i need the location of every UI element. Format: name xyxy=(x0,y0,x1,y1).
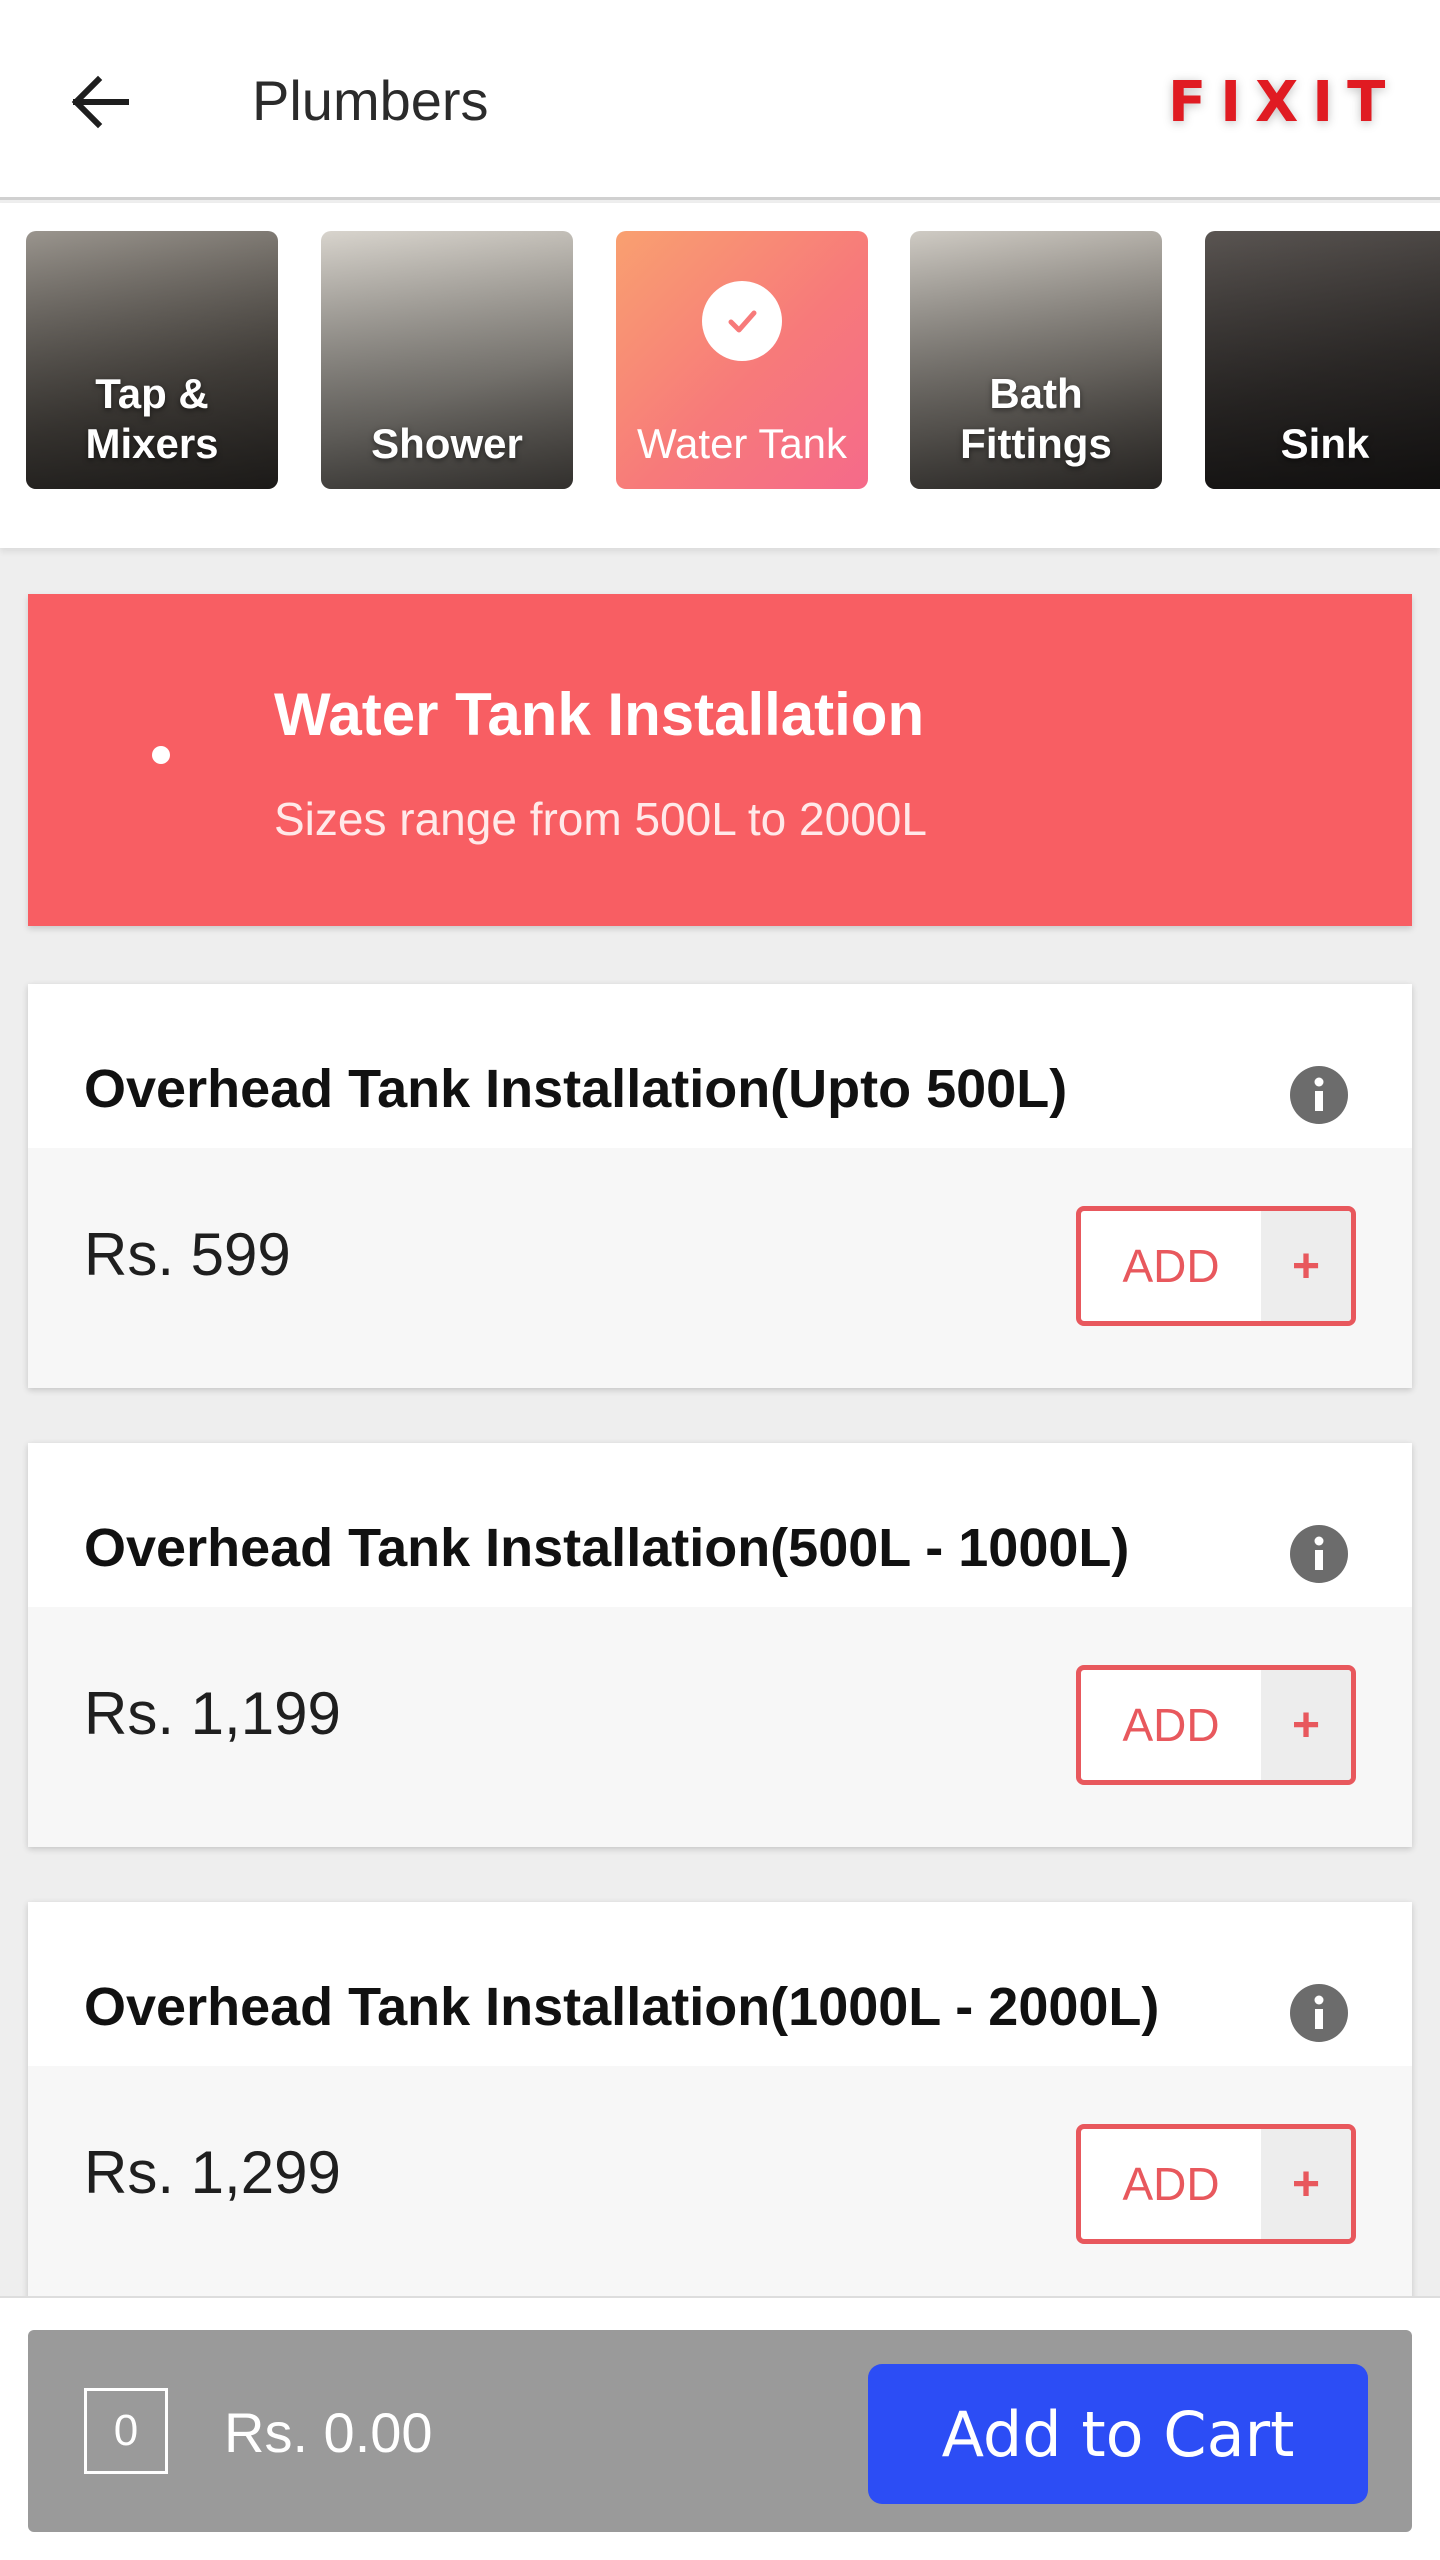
check-icon xyxy=(702,281,782,361)
plus-icon: + xyxy=(1261,1211,1351,1321)
back-button[interactable] xyxy=(60,62,140,142)
add-button[interactable]: ADD + xyxy=(1076,1665,1356,1785)
cart-total: Rs. 0.00 xyxy=(224,2401,433,2464)
service-card: Overhead Tank Installation(1000L - 2000L… xyxy=(28,1902,1412,2306)
category-label: Water Tank xyxy=(637,419,847,489)
category-bath-fittings[interactable]: Bath Fittings xyxy=(910,231,1162,489)
category-water-tank[interactable]: Water Tank xyxy=(616,231,868,489)
logo-text: FIXIT xyxy=(1168,70,1400,135)
category-label-line2: Fittings xyxy=(960,420,1112,467)
plus-icon: + xyxy=(1261,2129,1351,2239)
service-title: Overhead Tank Installation(1000L - 2000L… xyxy=(84,1977,1160,2037)
add-button[interactable]: ADD + xyxy=(1076,2124,1356,2244)
arrow-left-icon xyxy=(71,75,129,129)
category-label: Bath Fittings xyxy=(960,369,1112,489)
plus-icon: + xyxy=(1261,1670,1351,1780)
add-to-cart-button[interactable]: Add to Cart xyxy=(868,2364,1368,2504)
add-button[interactable]: ADD + xyxy=(1076,1206,1356,1326)
category-label-line1: Bath xyxy=(989,370,1083,417)
category-label-line1: Shower xyxy=(371,420,523,467)
app-header: Plumbers FIXIT xyxy=(0,0,1440,200)
info-icon[interactable] xyxy=(1290,1066,1348,1124)
category-label: Tap & Mixers xyxy=(85,369,218,489)
add-label: ADD xyxy=(1122,2158,1220,2210)
category-sink[interactable]: Sink xyxy=(1205,231,1440,489)
category-banner xyxy=(28,594,1412,926)
category-label: Sink xyxy=(1281,419,1370,489)
banner-dot-icon xyxy=(152,746,170,764)
category-tap-mixers[interactable]: Tap & Mixers xyxy=(26,231,278,489)
service-price: Rs. 599 xyxy=(84,1221,291,1288)
fixit-logo: FIXIT xyxy=(1168,70,1399,135)
category-label-line2: Mixers xyxy=(85,420,219,467)
banner-subtitle: Sizes range from 500L to 2000L xyxy=(274,793,927,845)
category-strip: Tap & Mixers Shower Water Tank Bath Fitt… xyxy=(0,203,1440,548)
page-title: Plumbers xyxy=(252,69,489,132)
category-label-line1: Sink xyxy=(1280,420,1370,467)
service-price: Rs. 1,299 xyxy=(84,2139,341,2206)
category-label: Shower xyxy=(371,419,523,489)
service-title: Overhead Tank Installation(500L - 1000L) xyxy=(84,1518,1130,1578)
service-title: Overhead Tank Installation(Upto 500L) xyxy=(84,1059,1068,1119)
banner-title: Water Tank Installation xyxy=(274,681,925,748)
service-price: Rs. 1,199 xyxy=(84,1680,341,1747)
category-label-line1: Water Tank xyxy=(636,420,848,467)
add-label: ADD xyxy=(1122,1699,1220,1751)
category-shower[interactable]: Shower xyxy=(321,231,573,489)
info-icon[interactable] xyxy=(1290,1984,1348,2042)
add-label: ADD xyxy=(1122,1240,1220,1292)
category-label-line1: Tap & xyxy=(95,370,209,417)
service-card: Overhead Tank Installation(Upto 500L) Rs… xyxy=(28,984,1412,1388)
cart-quantity: 0 xyxy=(84,2388,168,2474)
info-icon[interactable] xyxy=(1290,1525,1348,1583)
service-card: Overhead Tank Installation(500L - 1000L)… xyxy=(28,1443,1412,1847)
